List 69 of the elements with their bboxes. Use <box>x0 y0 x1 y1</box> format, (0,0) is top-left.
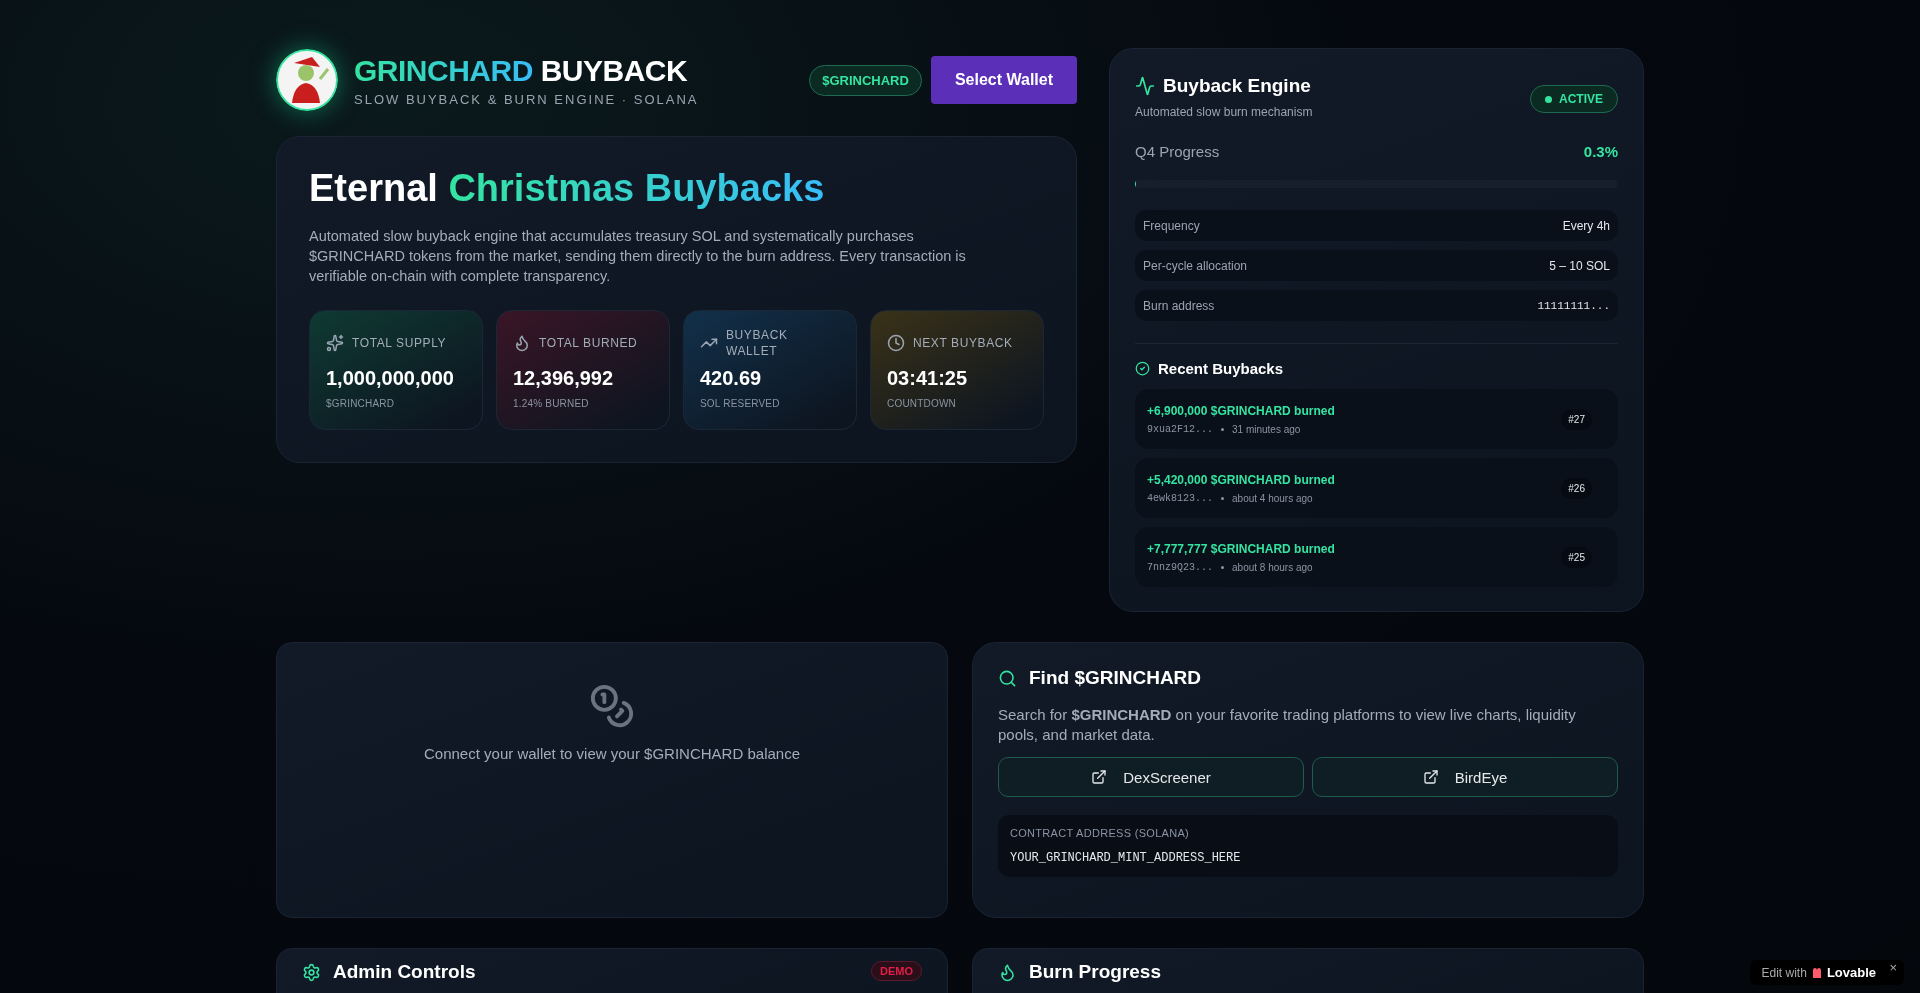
external-link-button[interactable]: DexScreener <box>998 757 1304 797</box>
stat-caption: $GRINCHARD <box>326 398 396 409</box>
transaction-hash: 7nnz9Q23... <box>1147 561 1213 573</box>
detail-label: Per-cycle allocation <box>1143 258 1248 273</box>
connect-wallet-message: Connect your wallet to view your $GRINCHARD balance <box>424 745 800 762</box>
gear-icon <box>302 962 321 982</box>
cycle-number: #26 <box>1561 477 1592 499</box>
stat-caption: 1.24% BURNED <box>513 398 590 409</box>
sparkles-icon <box>326 334 344 352</box>
detail-value: Every 4h <box>1562 218 1610 233</box>
flame-icon <box>513 334 531 352</box>
progress-value: 0.3% <box>1583 143 1618 160</box>
external-link-button[interactable]: BirdEye <box>1312 757 1618 797</box>
demo-badge: DEMO <box>871 961 922 981</box>
stat-label: NEXT BUYBACK <box>913 335 1013 351</box>
contract-label: CONTRACT ADDRESS (SOLANA) <box>1010 827 1191 839</box>
separator-dot-icon <box>1221 565 1224 569</box>
cycle-number: #27 <box>1561 408 1592 430</box>
stat-caption: SOL RESERVED <box>700 398 781 409</box>
hero-description: Automated slow buyback engine that accumulates treasury SOL and systematically purchases $GRINCHARD tokens from the market, sending them directly to the burn address. Every transaction is verifiable on-chain with complete transparency. <box>309 227 967 286</box>
brand-subtitle: SLOW BUYBACK & BURN ENGINE · SOLANA <box>354 91 699 107</box>
coins-icon <box>589 683 635 729</box>
panel-title: Buyback Engine <box>1163 75 1311 97</box>
stat-label: TOTAL BURNED <box>539 335 638 351</box>
separator-dot-icon <box>1221 496 1224 500</box>
burn-amount: +7,777,777 $GRINCHARD burned <box>1147 541 1335 556</box>
contract-address: YOUR_GRINCHARD_MINT_ADDRESS_HERE <box>1010 851 1242 865</box>
progress-label: Q4 Progress <box>1135 143 1220 160</box>
timestamp: about 4 hours ago <box>1232 492 1313 504</box>
edit-with-badge[interactable]: Edit with Lovable × <box>1749 960 1904 985</box>
timestamp: 31 minutes ago <box>1232 423 1301 435</box>
stat-value: 03:41:25 <box>887 367 969 390</box>
transaction-hash: 9xua2F12... <box>1147 423 1213 435</box>
character-logo-icon <box>276 49 338 111</box>
find-description: Search for $GRINCHARD on your favorite trading platforms to view live charts, liquidity pools, and market data. <box>998 705 1577 745</box>
separator-dot-icon <box>1221 427 1224 431</box>
check-circle-icon <box>1135 361 1150 376</box>
detail-label: Frequency <box>1143 218 1200 233</box>
stat-label: BUYBACK WALLET <box>726 327 789 359</box>
badge-prefix: Edit with <box>1761 965 1807 980</box>
card-title: Find $GRINCHARD <box>1029 667 1202 689</box>
card-title: Burn Progress <box>1029 961 1161 983</box>
detail-value: 5 – 10 SOL <box>1549 258 1610 273</box>
burn-amount: +6,900,000 $GRINCHARD burned <box>1147 403 1335 418</box>
cycle-number: #25 <box>1561 546 1592 568</box>
clock-icon <box>887 334 905 352</box>
flame-icon <box>998 962 1017 982</box>
pulse-icon <box>1135 76 1155 96</box>
timestamp: about 8 hours ago <box>1232 561 1313 573</box>
stat-caption: COUNTDOWN <box>887 398 957 409</box>
section-title: Recent Buybacks <box>1158 360 1284 377</box>
stat-value: 420.69 <box>700 367 763 390</box>
stat-value: 12,396,992 <box>513 367 615 390</box>
detail-label: Burn address <box>1143 298 1215 313</box>
search-icon <box>998 668 1017 688</box>
select-wallet-button[interactable]: Select Wallet <box>930 56 1077 104</box>
transaction-hash: 4ewk8123... <box>1147 492 1213 504</box>
burn-amount: +5,420,000 $GRINCHARD burned <box>1147 472 1335 487</box>
stat-label: TOTAL SUPPLY <box>352 335 447 351</box>
panel-subtitle: Automated slow burn mechanism <box>1135 105 1313 119</box>
card-title: Admin Controls <box>333 961 476 983</box>
badge-brand: Lovable <box>1826 965 1876 980</box>
external-link-icon <box>1422 769 1439 785</box>
token-badge: $GRINCHARD <box>809 64 922 96</box>
detail-value: 11111111... <box>1537 299 1610 312</box>
close-button[interactable]: × <box>1886 960 1900 975</box>
external-link-icon <box>1091 769 1108 785</box>
status-badge: ACTIVE <box>1530 85 1618 113</box>
stat-value: 1,000,000,000 <box>326 367 455 390</box>
